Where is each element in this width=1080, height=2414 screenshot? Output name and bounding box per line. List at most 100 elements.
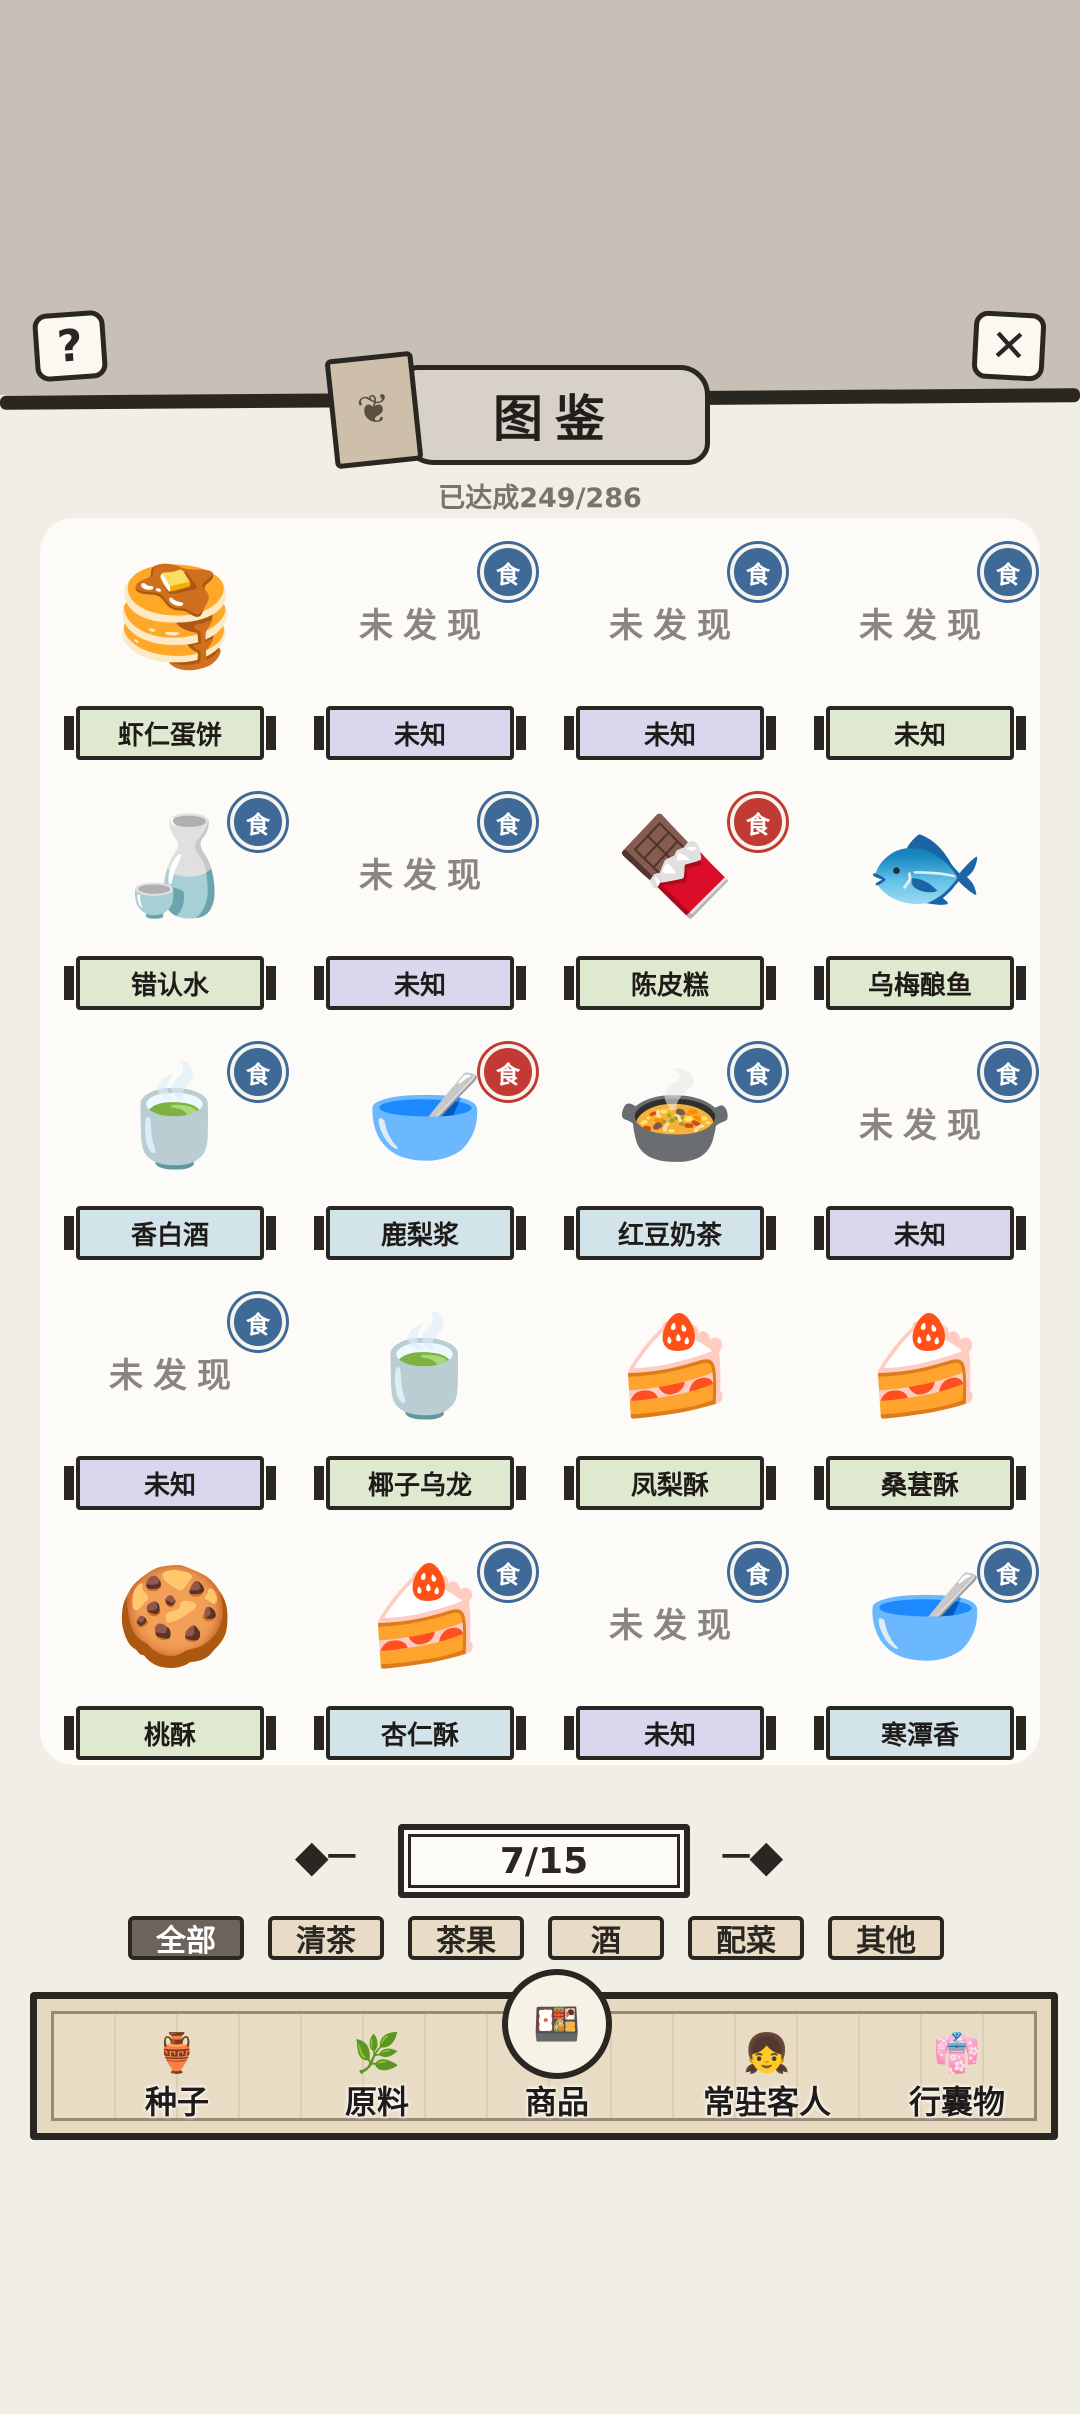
item-card[interactable]: 🍰 食杏仁酥: [300, 1530, 550, 1780]
dish-icon: 🍵: [365, 1309, 485, 1422]
item-name-label: 陈皮糕: [564, 956, 776, 1010]
arrow-right-icon: ─◆: [722, 1830, 784, 1882]
undiscovered-text: 未发现: [859, 606, 991, 646]
question-icon: ?: [55, 319, 85, 373]
item-name-label: 杏仁酥: [314, 1706, 526, 1760]
filter-tab[interactable]: 茶果: [408, 1916, 524, 1960]
item-card[interactable]: 🥣 食鹿梨浆: [300, 1030, 550, 1280]
nav-tab[interactable]: 👘 行囊物: [867, 2009, 1047, 2129]
item-name-label: 虾仁蛋饼: [64, 706, 276, 760]
undiscovered-text: 未发现: [609, 606, 741, 646]
dish-icon: 🍰: [865, 1309, 985, 1422]
dish-icon: 🥞: [115, 559, 235, 672]
seal-red-icon: 食: [730, 794, 786, 850]
seal-blue-icon: 食: [730, 1044, 786, 1100]
undiscovered-text: 未发现: [359, 856, 491, 896]
item-card[interactable]: 未发现 食未知: [550, 530, 800, 780]
arrow-left-icon: ◆─: [294, 1830, 356, 1882]
item-name-label: 椰子乌龙: [314, 1456, 526, 1510]
item-card[interactable]: 🥞 虾仁蛋饼: [50, 530, 300, 780]
item-name-label: 未知: [64, 1456, 276, 1510]
nav-label: 种子: [144, 2083, 209, 2121]
seal-blue-icon: 食: [480, 794, 536, 850]
filter-tab[interactable]: 酒: [548, 1916, 664, 1960]
item-name-label: 错认水: [64, 956, 276, 1010]
bottom-nav: 🏺 种子 🌿 原料 🍱 商品 👧 常驻客人 👘 行囊物: [30, 1969, 1058, 2140]
seal-blue-icon: 食: [980, 1544, 1036, 1600]
item-card[interactable]: 🐟 乌梅酿鱼: [800, 780, 1050, 1030]
item-card[interactable]: 🥣 食寒潭香: [800, 1530, 1050, 1780]
seal-blue-icon: 食: [230, 1294, 286, 1350]
dish-icon: 🐟: [865, 809, 985, 922]
page-title: 图鉴: [493, 390, 617, 448]
item-card[interactable]: 🍪 桃酥: [50, 1530, 300, 1780]
item-card[interactable]: 🍶 食错认水: [50, 780, 300, 1030]
item-name-label: 未知: [314, 956, 526, 1010]
undiscovered-text: 未发现: [109, 1356, 241, 1396]
seal-blue-icon: 食: [480, 544, 536, 600]
title-banner: 图鉴 ❦: [324, 350, 720, 470]
item-name-label: 桃酥: [64, 1706, 276, 1760]
title-scroll: 图鉴: [400, 365, 710, 465]
nav-label: 常驻客人: [702, 2083, 831, 2121]
undiscovered-text: 未发现: [609, 1606, 741, 1646]
undiscovered-text: 未发现: [859, 1106, 991, 1146]
nav-label: 行囊物: [908, 2083, 1005, 2121]
item-name-label: 未知: [814, 1206, 1026, 1260]
seal-blue-icon: 食: [230, 794, 286, 850]
pager: ◆─ 7/15 ─◆: [270, 1820, 810, 1898]
item-card[interactable]: 🍫 食陈皮糕: [550, 780, 800, 1030]
close-icon: ✕: [989, 319, 1029, 373]
item-name-label: 未知: [564, 706, 776, 760]
item-name-label: 鹿梨浆: [314, 1206, 526, 1260]
nav-tab[interactable]: 👧 常驻客人: [677, 2009, 857, 2129]
nav-icon: 🍱: [502, 1969, 612, 2079]
filter-tab[interactable]: 全部: [128, 1916, 244, 1960]
item-name-label: 乌梅酿鱼: [814, 956, 1026, 1010]
item-name-label: 未知: [564, 1706, 776, 1760]
prev-page-button[interactable]: ◆─: [270, 1826, 380, 1886]
leaf-icon: ❦: [354, 385, 394, 435]
close-button[interactable]: ✕: [971, 310, 1047, 382]
book-tag-icon: ❦: [324, 350, 424, 470]
item-grid: 🥞 虾仁蛋饼 未发现食未知 未发现食未知 未发现食未知 🍶 食错认水 未发现食未知 🍫 食陈皮糕 🐟…: [40, 518, 1040, 1765]
category-filters: 全部 清茶 茶果酒配菜 其他: [128, 1916, 958, 1964]
item-card[interactable]: 🍵 椰子乌龙: [300, 1280, 550, 1530]
page-indicator: 7/15: [398, 1824, 690, 1898]
seal-blue-icon: 食: [980, 1044, 1036, 1100]
dish-icon: 🍪: [115, 1559, 235, 1672]
dish-icon: 🍰: [615, 1309, 735, 1422]
item-card[interactable]: 未发现 食未知: [300, 780, 550, 1030]
nav-tab[interactable]: 🌿 原料: [287, 2009, 467, 2129]
seal-blue-icon: 食: [480, 1544, 536, 1600]
seal-blue-icon: 食: [230, 1044, 286, 1100]
item-card[interactable]: 未发现 食未知: [800, 1030, 1050, 1280]
item-card[interactable]: 🍰 桑葚酥: [800, 1280, 1050, 1530]
collection-progress: 已达成249/286: [438, 483, 642, 514]
filter-tab[interactable]: 配菜: [688, 1916, 804, 1960]
item-name-label: 寒潭香: [814, 1706, 1026, 1760]
nav-tab[interactable]: 🍱 商品: [467, 1969, 647, 2129]
item-name-label: 香白酒: [64, 1206, 276, 1260]
filter-tab[interactable]: 清茶: [268, 1916, 384, 1960]
item-card[interactable]: 🍰 凤梨酥: [550, 1280, 800, 1530]
seal-blue-icon: 食: [980, 544, 1036, 600]
item-card[interactable]: 未发现 食未知: [550, 1530, 800, 1780]
seal-blue-icon: 食: [730, 544, 786, 600]
item-card[interactable]: 🍲 食红豆奶茶: [550, 1030, 800, 1280]
item-name-label: 凤梨酥: [564, 1456, 776, 1510]
seal-red-icon: 食: [480, 1044, 536, 1100]
item-name-label: 未知: [314, 706, 526, 760]
nav-tab[interactable]: 🏺 种子: [87, 2009, 267, 2129]
filter-tab[interactable]: 其他: [828, 1916, 944, 1960]
nav-label: 商品: [524, 2083, 589, 2121]
item-name-label: 未知: [814, 706, 1026, 760]
help-button[interactable]: ?: [31, 309, 109, 383]
item-card[interactable]: 未发现 食未知: [800, 530, 1050, 780]
top-backdrop: [0, 0, 1080, 395]
undiscovered-text: 未发现: [359, 606, 491, 646]
item-card[interactable]: 未发现 食未知: [300, 530, 550, 780]
next-page-button[interactable]: ─◆: [698, 1826, 808, 1886]
item-card[interactable]: 🍵 食香白酒: [50, 1030, 300, 1280]
item-card[interactable]: 未发现 食未知: [50, 1280, 300, 1530]
